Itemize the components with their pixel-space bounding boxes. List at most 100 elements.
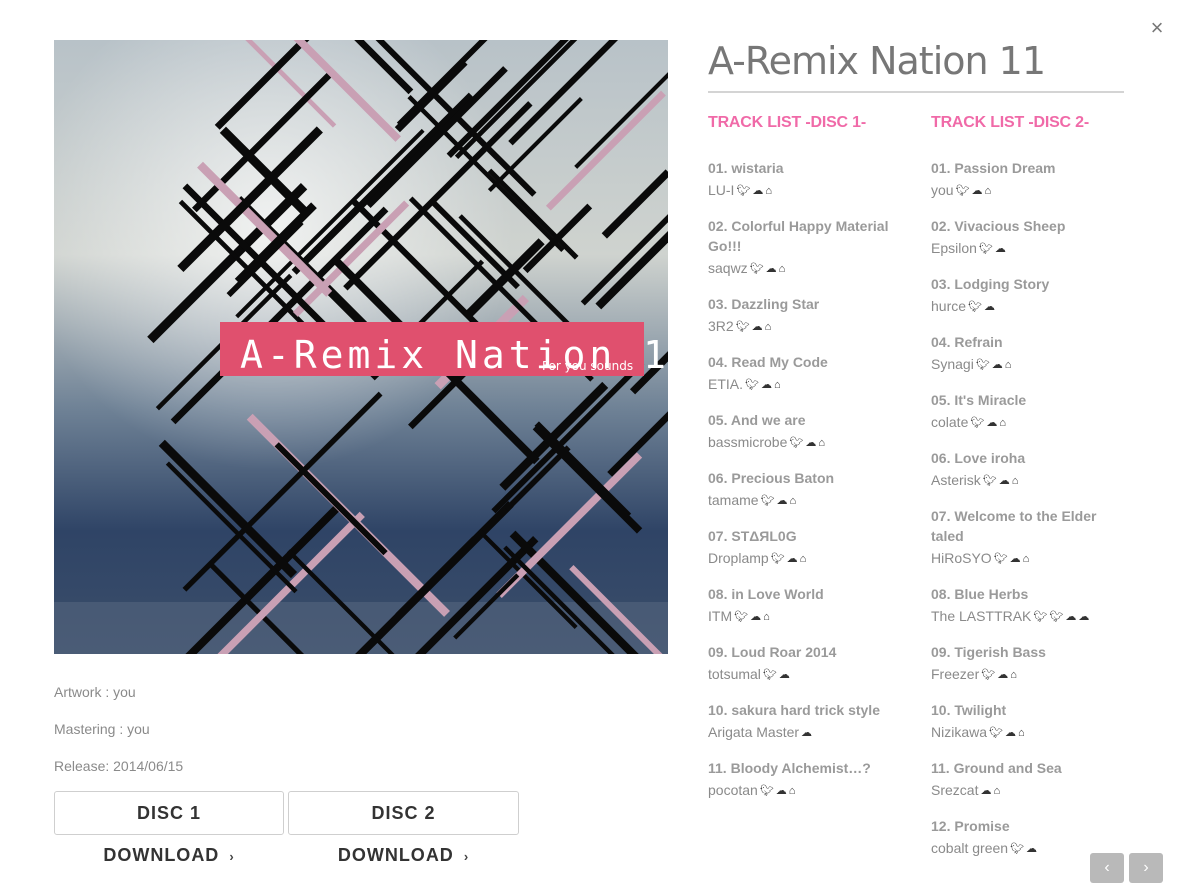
track-artist-row: tamame 🐦︎ ☁ ⌂ — [708, 488, 908, 514]
soundcloud-icon[interactable]: ☁ — [805, 431, 816, 456]
next-button[interactable]: › — [1129, 853, 1163, 883]
soundcloud-icon[interactable]: ☁ — [1010, 547, 1021, 572]
twitter-icon[interactable]: 🐦︎ — [736, 179, 750, 204]
soundcloud-icon[interactable]: ☁ — [984, 295, 995, 320]
track-artist-row: Srezcat ☁ ⌂ — [931, 778, 1131, 804]
home-icon[interactable]: ⌂ — [789, 779, 796, 804]
twitter-icon[interactable]: 🐦︎ — [1010, 837, 1024, 862]
soundcloud-icon[interactable]: ☁ — [1078, 605, 1089, 630]
twitter-icon[interactable]: 🐦︎ — [1033, 605, 1047, 630]
home-icon[interactable]: ⌂ — [779, 257, 786, 282]
disc1-tracklist: TRACK LIST -DISC 1- 01. wistaria LU-I 🐦︎ ☁ ⌂… — [708, 114, 908, 816]
home-icon[interactable]: ⌂ — [1012, 469, 1019, 494]
twitter-icon[interactable]: 🐦︎ — [981, 663, 995, 688]
soundcloud-icon[interactable]: ☁ — [1026, 837, 1037, 862]
track-item: 09. Tigerish Bass Freezer 🐦︎ ☁ ⌂ — [931, 642, 1131, 688]
close-button[interactable]: × — [1146, 16, 1168, 40]
previous-button[interactable]: ‹ — [1090, 853, 1124, 883]
track-artist: totsumal — [708, 666, 761, 682]
home-icon[interactable]: ⌂ — [765, 179, 772, 204]
soundcloud-icon[interactable]: ☁ — [761, 373, 772, 398]
home-icon[interactable]: ⌂ — [763, 605, 770, 630]
track-title: 10. Twilight — [931, 702, 1007, 718]
twitter-icon[interactable]: 🐦︎ — [956, 179, 970, 204]
soundcloud-icon[interactable]: ☁ — [999, 469, 1010, 494]
twitter-icon[interactable]: 🐦︎ — [989, 721, 1003, 746]
soundcloud-icon[interactable]: ☁ — [787, 547, 798, 572]
twitter-icon[interactable]: 🐦︎ — [1049, 605, 1063, 630]
home-icon[interactable]: ⌂ — [999, 411, 1006, 436]
home-icon[interactable]: ⌂ — [1005, 353, 1012, 378]
home-icon[interactable]: ⌂ — [1010, 663, 1017, 688]
track-item: 09. Loud Roar 2014 totsumal 🐦︎ ☁ — [708, 642, 908, 688]
track-title: 06. Precious Baton — [708, 470, 835, 486]
home-icon[interactable]: ⌂ — [774, 373, 781, 398]
track-title: 03. Lodging Story — [931, 276, 1050, 292]
track-artist-row: totsumal 🐦︎ ☁ — [708, 662, 908, 688]
track-item: 03. Lodging Story hurce 🐦︎ ☁ — [931, 274, 1131, 320]
twitter-icon[interactable]: 🐦︎ — [763, 663, 777, 688]
track-artist: Srezcat — [931, 782, 979, 798]
track-item: 01. wistaria LU-I 🐦︎ ☁ ⌂ — [708, 158, 908, 204]
track-title: 03. Dazzling Star — [708, 296, 820, 312]
home-icon[interactable]: ⌂ — [1018, 721, 1025, 746]
twitter-icon[interactable]: 🐦︎ — [968, 295, 982, 320]
title-divider — [708, 91, 1124, 93]
soundcloud-icon[interactable]: ☁ — [801, 721, 812, 746]
twitter-icon[interactable]: 🐦︎ — [734, 605, 748, 630]
track-artist: Freezer — [931, 666, 980, 682]
soundcloud-icon[interactable]: ☁ — [779, 663, 790, 688]
disc1-download-button[interactable]: DISC 1 DOWNLOAD › — [54, 791, 284, 865]
home-icon[interactable]: ⌂ — [818, 431, 825, 456]
twitter-icon[interactable]: 🐦︎ — [761, 489, 775, 514]
track-artist-row: Asterisk 🐦︎ ☁ ⌂ — [931, 468, 1131, 494]
twitter-icon[interactable]: 🐦︎ — [994, 547, 1008, 572]
soundcloud-icon[interactable]: ☁ — [752, 315, 763, 340]
home-icon[interactable]: ⌂ — [790, 489, 797, 514]
track-item: 08. in Love World ITM 🐦︎ ☁ ⌂ — [708, 584, 908, 630]
disc2-download-button[interactable]: DISC 2 DOWNLOAD › — [288, 791, 519, 865]
track-artist-row: hurce 🐦︎ ☁ — [931, 294, 1131, 320]
home-icon[interactable]: ⌂ — [800, 547, 807, 572]
twitter-icon[interactable]: 🐦︎ — [771, 547, 785, 572]
soundcloud-icon[interactable]: ☁ — [752, 179, 763, 204]
soundcloud-icon[interactable]: ☁ — [992, 353, 1003, 378]
disc1-download-label: DISC 1 DOWNLOAD — [103, 803, 220, 865]
soundcloud-icon[interactable]: ☁ — [972, 179, 983, 204]
soundcloud-icon[interactable]: ☁ — [777, 489, 788, 514]
twitter-icon[interactable]: 🐦︎ — [976, 353, 990, 378]
home-icon[interactable]: ⌂ — [1023, 547, 1030, 572]
soundcloud-icon[interactable]: ☁ — [1065, 605, 1076, 630]
twitter-icon[interactable]: 🐦︎ — [760, 779, 774, 804]
twitter-icon[interactable]: 🐦︎ — [736, 315, 750, 340]
soundcloud-icon[interactable]: ☁ — [995, 237, 1006, 262]
track-title: 02. Vivacious Sheep — [931, 218, 1066, 234]
twitter-icon[interactable]: 🐦︎ — [750, 257, 764, 282]
soundcloud-icon[interactable]: ☁ — [776, 779, 787, 804]
soundcloud-icon[interactable]: ☁ — [766, 257, 777, 282]
twitter-icon[interactable]: 🐦︎ — [970, 411, 984, 436]
soundcloud-icon[interactable]: ☁ — [980, 779, 991, 804]
home-icon[interactable]: ⌂ — [985, 179, 992, 204]
home-icon[interactable]: ⌂ — [993, 779, 1000, 804]
track-item: 02. Colorful Happy Material Go!!! saqwz 🐦︎… — [708, 216, 908, 282]
track-title: 09. Loud Roar 2014 — [708, 644, 837, 660]
track-item: 04. Read My Code ETIA. 🐦︎ ☁ ⌂ — [708, 352, 908, 398]
release-date: Release: 2014/06/15 — [54, 758, 184, 774]
twitter-icon[interactable]: 🐦︎ — [745, 373, 759, 398]
credits: Artwork : you Mastering : you Release: 2… — [54, 683, 183, 794]
soundcloud-icon[interactable]: ☁ — [750, 605, 761, 630]
track-title: 04. Refrain — [931, 334, 1003, 350]
twitter-icon[interactable]: 🐦︎ — [979, 237, 993, 262]
track-title: 08. in Love World — [708, 586, 824, 602]
soundcloud-icon[interactable]: ☁ — [997, 663, 1008, 688]
home-icon[interactable]: ⌂ — [765, 315, 772, 340]
twitter-icon[interactable]: 🐦︎ — [983, 469, 997, 494]
track-artist: cobalt green — [931, 840, 1009, 856]
album-title: A-Remix Nation 11 — [708, 39, 1046, 83]
twitter-icon[interactable]: 🐦︎ — [789, 431, 803, 456]
track-title: 06. Love iroha — [931, 450, 1026, 466]
track-artist-row: Arigata Master ☁ — [708, 720, 908, 746]
soundcloud-icon[interactable]: ☁ — [1005, 721, 1016, 746]
soundcloud-icon[interactable]: ☁ — [986, 411, 997, 436]
